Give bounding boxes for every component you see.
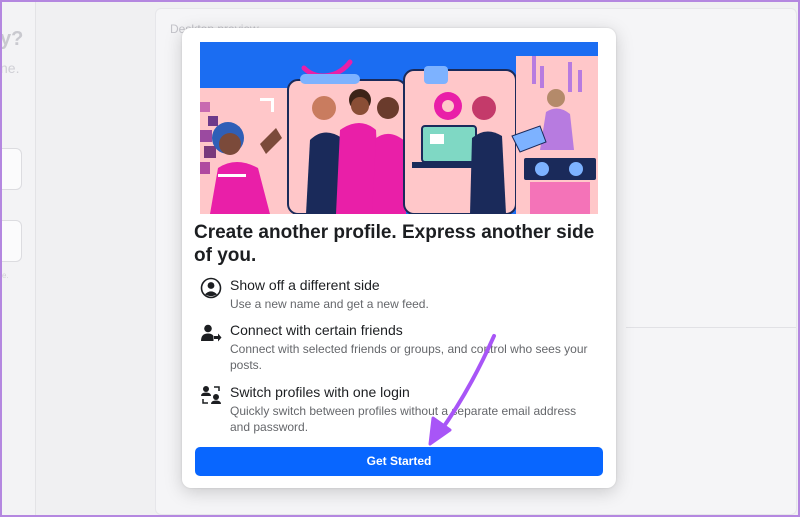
feature-heading: Connect with certain friends [230,322,403,338]
feature-description: Use a new name and get a new feed. [230,297,429,311]
background-heading-fragment: y? [0,28,24,50]
background-divider [626,327,796,328]
feature-description: Connect with selected friends or groups,… [230,342,588,372]
background-tiny-text: e. [2,271,9,280]
background-sidebar: y? ne. e. [0,0,36,517]
dialog-title: Create another profile. Express another … [194,222,595,266]
background-input [0,220,22,262]
create-profile-dialog: Create another profile. Express another … [182,28,616,488]
feature-description: Quickly switch between profiles without … [230,404,577,434]
user-share-icon [201,324,222,342]
feature-heading: Show off a different side [230,277,380,293]
get-started-button[interactable]: Get Started [195,447,603,476]
hero-illustration [200,42,598,214]
background-text-fragment: ne. [0,60,20,76]
switch-profiles-icon [201,386,221,404]
user-circle-icon [200,277,222,299]
feature-heading: Switch profiles with one login [230,384,410,400]
background-input [0,148,22,190]
